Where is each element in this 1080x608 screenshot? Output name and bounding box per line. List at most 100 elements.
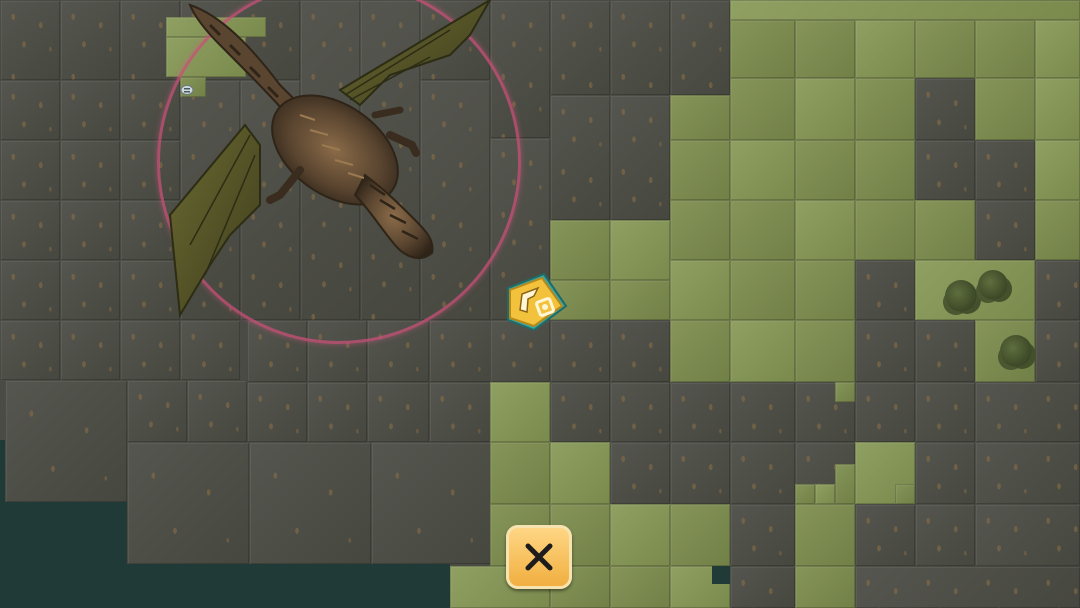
grass-tile — [795, 566, 855, 608]
grass-tile — [795, 78, 855, 140]
rock-tile — [855, 566, 1080, 608]
rock-tile — [610, 95, 670, 220]
grass-tile — [670, 140, 730, 200]
rock-tile — [371, 442, 491, 564]
grass-tile — [670, 320, 730, 382]
grass-tile — [730, 0, 1080, 20]
rock-tile — [730, 504, 795, 566]
rock-tile — [1035, 320, 1080, 382]
rock-tile — [730, 382, 795, 442]
grass-tile — [855, 78, 915, 140]
grass-tile — [610, 220, 670, 280]
tree — [1000, 335, 1032, 367]
game-map[interactable] — [0, 0, 1080, 608]
grass-tile — [730, 320, 795, 382]
rock-tile — [1035, 260, 1080, 320]
grass-tile — [1035, 78, 1080, 140]
rock-tile — [915, 442, 975, 504]
rock-tile — [367, 382, 429, 442]
grass-tile — [730, 200, 795, 260]
rock-tile — [855, 504, 915, 566]
rock-tile — [975, 504, 1080, 566]
rock-tile — [60, 200, 120, 260]
grass-tile — [730, 260, 795, 320]
rock-tile — [975, 200, 1035, 260]
rock-tile — [180, 320, 240, 380]
rock-tile — [975, 382, 1080, 442]
grass-tile — [490, 442, 550, 504]
rock-tile — [915, 504, 975, 566]
grass-tile — [795, 504, 855, 566]
rock-tile — [60, 320, 120, 380]
grass-tile — [815, 484, 835, 504]
rock-tile — [60, 140, 120, 200]
rock-tile — [855, 260, 915, 320]
rock-tile — [610, 442, 670, 504]
rock-tile — [550, 0, 610, 95]
rock-tile — [915, 382, 975, 442]
grass-tile — [975, 20, 1035, 78]
grass-tile — [915, 20, 975, 78]
rock-tile — [429, 382, 491, 442]
rock-tile — [730, 442, 795, 504]
grass-tile — [855, 140, 915, 200]
rock-tile — [670, 0, 730, 95]
grass-tile — [670, 504, 730, 566]
grass-tile — [730, 78, 795, 140]
grass-tile — [855, 200, 915, 260]
grass-tile — [610, 566, 670, 608]
rock-tile — [550, 95, 610, 220]
grass-tile — [550, 220, 610, 280]
rock-tile — [855, 382, 915, 442]
grass-tile — [915, 200, 975, 260]
rock-tile — [0, 320, 60, 380]
rock-tile — [670, 382, 730, 442]
rock-tile — [550, 382, 610, 442]
grass-tile — [835, 382, 855, 402]
rock-tile — [0, 140, 60, 200]
grass-tile — [1035, 200, 1080, 260]
rock-tile — [247, 382, 307, 442]
grass-tile — [795, 200, 855, 260]
grass-tile — [855, 20, 915, 78]
grass-tile — [670, 260, 730, 320]
rock-tile — [730, 566, 795, 608]
rock-tile — [60, 0, 120, 80]
grass-tile — [795, 484, 815, 504]
rock-tile — [915, 78, 975, 140]
rock-tile — [307, 382, 367, 442]
rock-tile — [975, 442, 1080, 504]
grass-tile — [490, 382, 550, 442]
close-button[interactable] — [506, 525, 572, 589]
grass-tile — [795, 140, 855, 200]
rock-tile — [187, 380, 247, 442]
grass-tile — [795, 20, 855, 78]
grass-tile — [670, 95, 730, 140]
dragon-icon[interactable] — [150, 0, 510, 325]
rock-tile — [60, 260, 120, 320]
rock-tile — [127, 442, 249, 564]
grass-tile — [730, 20, 795, 78]
grass-tile — [975, 78, 1035, 140]
tree — [978, 270, 1008, 300]
rock-tile — [975, 140, 1035, 200]
rock-tile — [0, 80, 60, 140]
rock-tile — [610, 0, 670, 95]
close-icon — [525, 543, 553, 571]
rock-tile — [0, 260, 60, 320]
grass-tile — [795, 260, 855, 320]
rock-tile — [429, 320, 491, 382]
rock-tile — [915, 320, 975, 382]
grass-tile — [795, 320, 855, 382]
grass-tile — [1035, 20, 1080, 78]
rock-tile — [610, 382, 670, 442]
rock-tile — [249, 442, 371, 564]
rock-tile — [670, 442, 730, 504]
player-marker-icon[interactable] — [500, 272, 570, 336]
grass-tile — [730, 140, 795, 200]
grass-tile — [610, 280, 670, 320]
tree — [945, 280, 977, 312]
rock-tile — [610, 320, 670, 382]
rock-tile — [855, 320, 915, 382]
grass-tile — [835, 464, 855, 504]
